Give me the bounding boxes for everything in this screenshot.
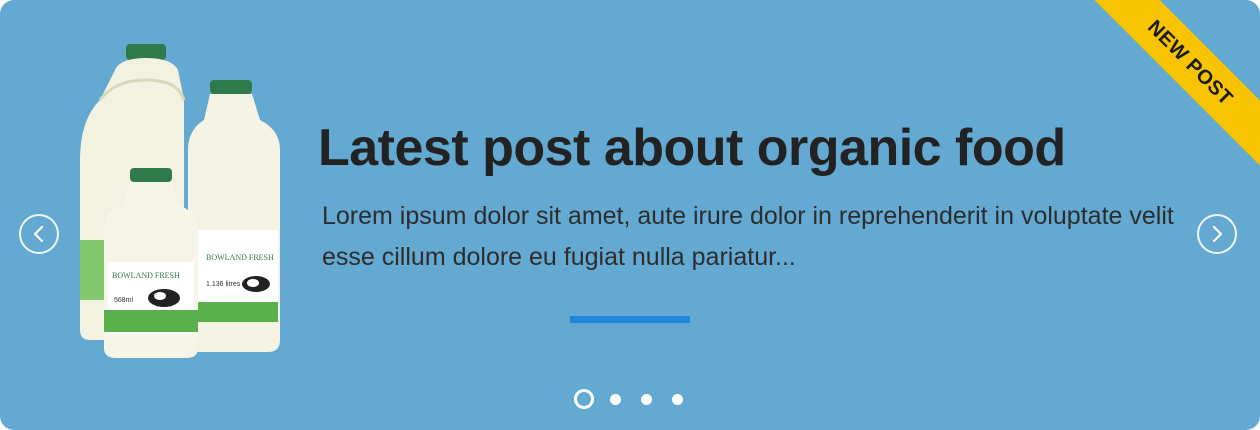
post-title[interactable]: Latest post about organic food <box>318 118 1066 178</box>
slide-pagination <box>574 389 703 409</box>
svg-text:BOWLAND FRESH: BOWLAND FRESH <box>206 253 274 262</box>
next-slide-button[interactable] <box>1197 214 1237 254</box>
new-post-ribbon: NEW POST <box>1074 0 1260 179</box>
ribbon-label: NEW POST <box>1143 15 1238 110</box>
pagination-dot-2[interactable] <box>610 393 621 405</box>
post-excerpt: Lorem ipsum dolor sit amet, aute irure d… <box>322 202 1174 271</box>
chevron-left-icon <box>33 225 44 243</box>
medium-milk-bottle: BOWLAND FRESH 1.136 litres <box>188 80 280 352</box>
title-accent-bar <box>570 316 690 323</box>
pagination-dot-3[interactable] <box>641 393 652 405</box>
pagination-dot-1[interactable] <box>574 389 594 409</box>
pagination-dot-4[interactable] <box>672 393 683 405</box>
chevron-right-icon <box>1212 225 1223 243</box>
milk-bottles-image: BOWLAND FRESH 1.136 litres BOWLAND FRESH… <box>60 40 290 370</box>
previous-slide-button[interactable] <box>19 214 59 254</box>
svg-text:1.136 litres: 1.136 litres <box>206 281 241 288</box>
svg-text:BOWLAND FRESH: BOWLAND FRESH <box>112 271 180 280</box>
featured-post-slider: BOWLAND FRESH 1.136 litres BOWLAND FRESH… <box>0 0 1260 430</box>
svg-text:568ml: 568ml <box>114 297 134 304</box>
